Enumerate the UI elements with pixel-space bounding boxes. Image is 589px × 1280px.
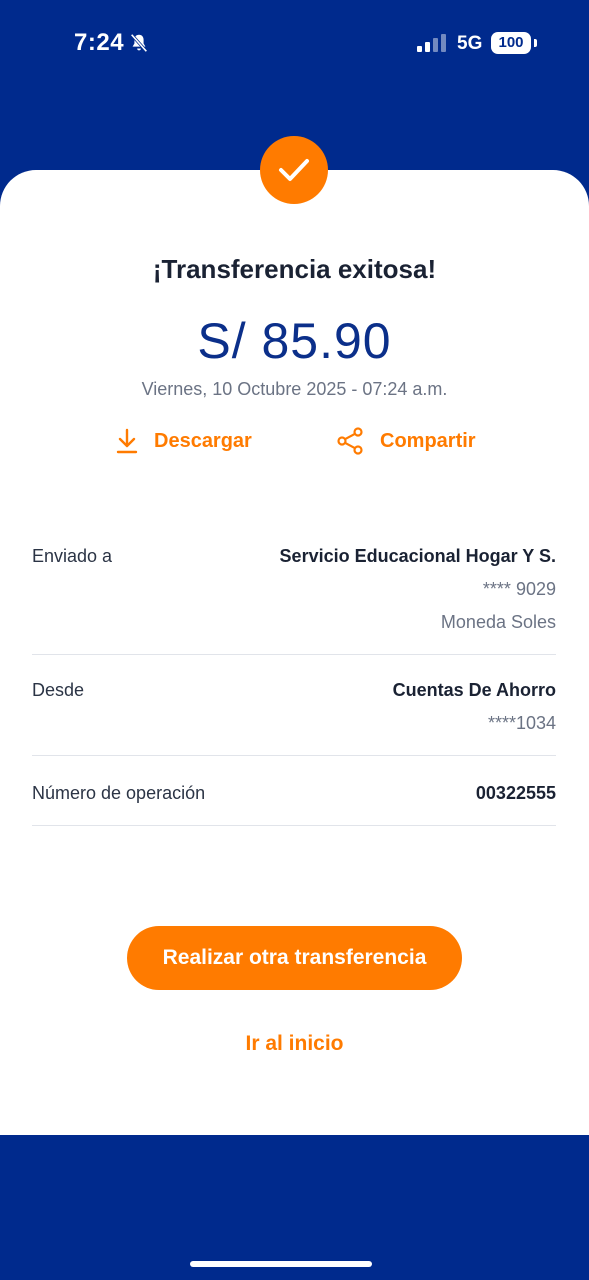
- source-account-type: Cuentas De Ahorro: [392, 680, 556, 700]
- operation-label: Número de operación: [32, 783, 206, 803]
- battery-level: 100: [491, 32, 531, 54]
- detail-row-operation: Número de operación 00322555: [32, 783, 556, 826]
- recipient-values: Servicio Educacional Hogar Y S. **** 902…: [280, 546, 556, 633]
- home-indicator[interactable]: [190, 1261, 372, 1267]
- recipient-name: Servicio Educacional Hogar Y S.: [279, 546, 556, 566]
- bell-slash-icon: [130, 33, 148, 53]
- status-time: 7:24: [74, 29, 125, 56]
- status-bar: 7:24 5G 100: [0, 0, 589, 90]
- check-icon: [279, 159, 309, 181]
- detail-row-recipient: Enviado a Servicio Educacional Hogar Y S…: [32, 546, 556, 655]
- recipient-account: **** 9029: [482, 579, 556, 599]
- new-transfer-button[interactable]: Realizar otra transferencia: [127, 926, 462, 990]
- source-label: Desde: [32, 680, 85, 700]
- share-icon: [337, 427, 363, 455]
- operation-values: 00322555: [476, 783, 556, 804]
- source-account: ****1034: [487, 713, 556, 733]
- recipient-label: Enviado a: [32, 546, 113, 566]
- transfer-amount: S/ 85.90: [197, 313, 392, 369]
- recipient-currency: Moneda Soles: [440, 612, 556, 632]
- battery-icon: 100: [491, 32, 537, 54]
- network-label: 5G: [457, 33, 483, 54]
- download-label: Descargar: [154, 429, 252, 452]
- source-values: Cuentas De Ahorro ****1034: [393, 680, 556, 734]
- share-label: Compartir: [380, 429, 476, 452]
- download-button[interactable]: Descargar: [116, 426, 252, 456]
- operation-number: 00322555: [475, 783, 556, 803]
- detail-row-source: Desde Cuentas De Ahorro ****1034: [32, 680, 556, 756]
- success-badge: [260, 136, 328, 204]
- share-button[interactable]: Compartir: [336, 426, 476, 456]
- signal-icon: [417, 34, 446, 52]
- battery-tip: [534, 39, 537, 47]
- download-icon: [116, 428, 138, 454]
- transfer-datetime: Viernes, 10 Octubre 2025 - 07:24 a.m.: [141, 379, 448, 399]
- go-home-link[interactable]: Ir al inicio: [0, 1032, 589, 1056]
- page-title: ¡Transferencia exitosa!: [152, 254, 437, 284]
